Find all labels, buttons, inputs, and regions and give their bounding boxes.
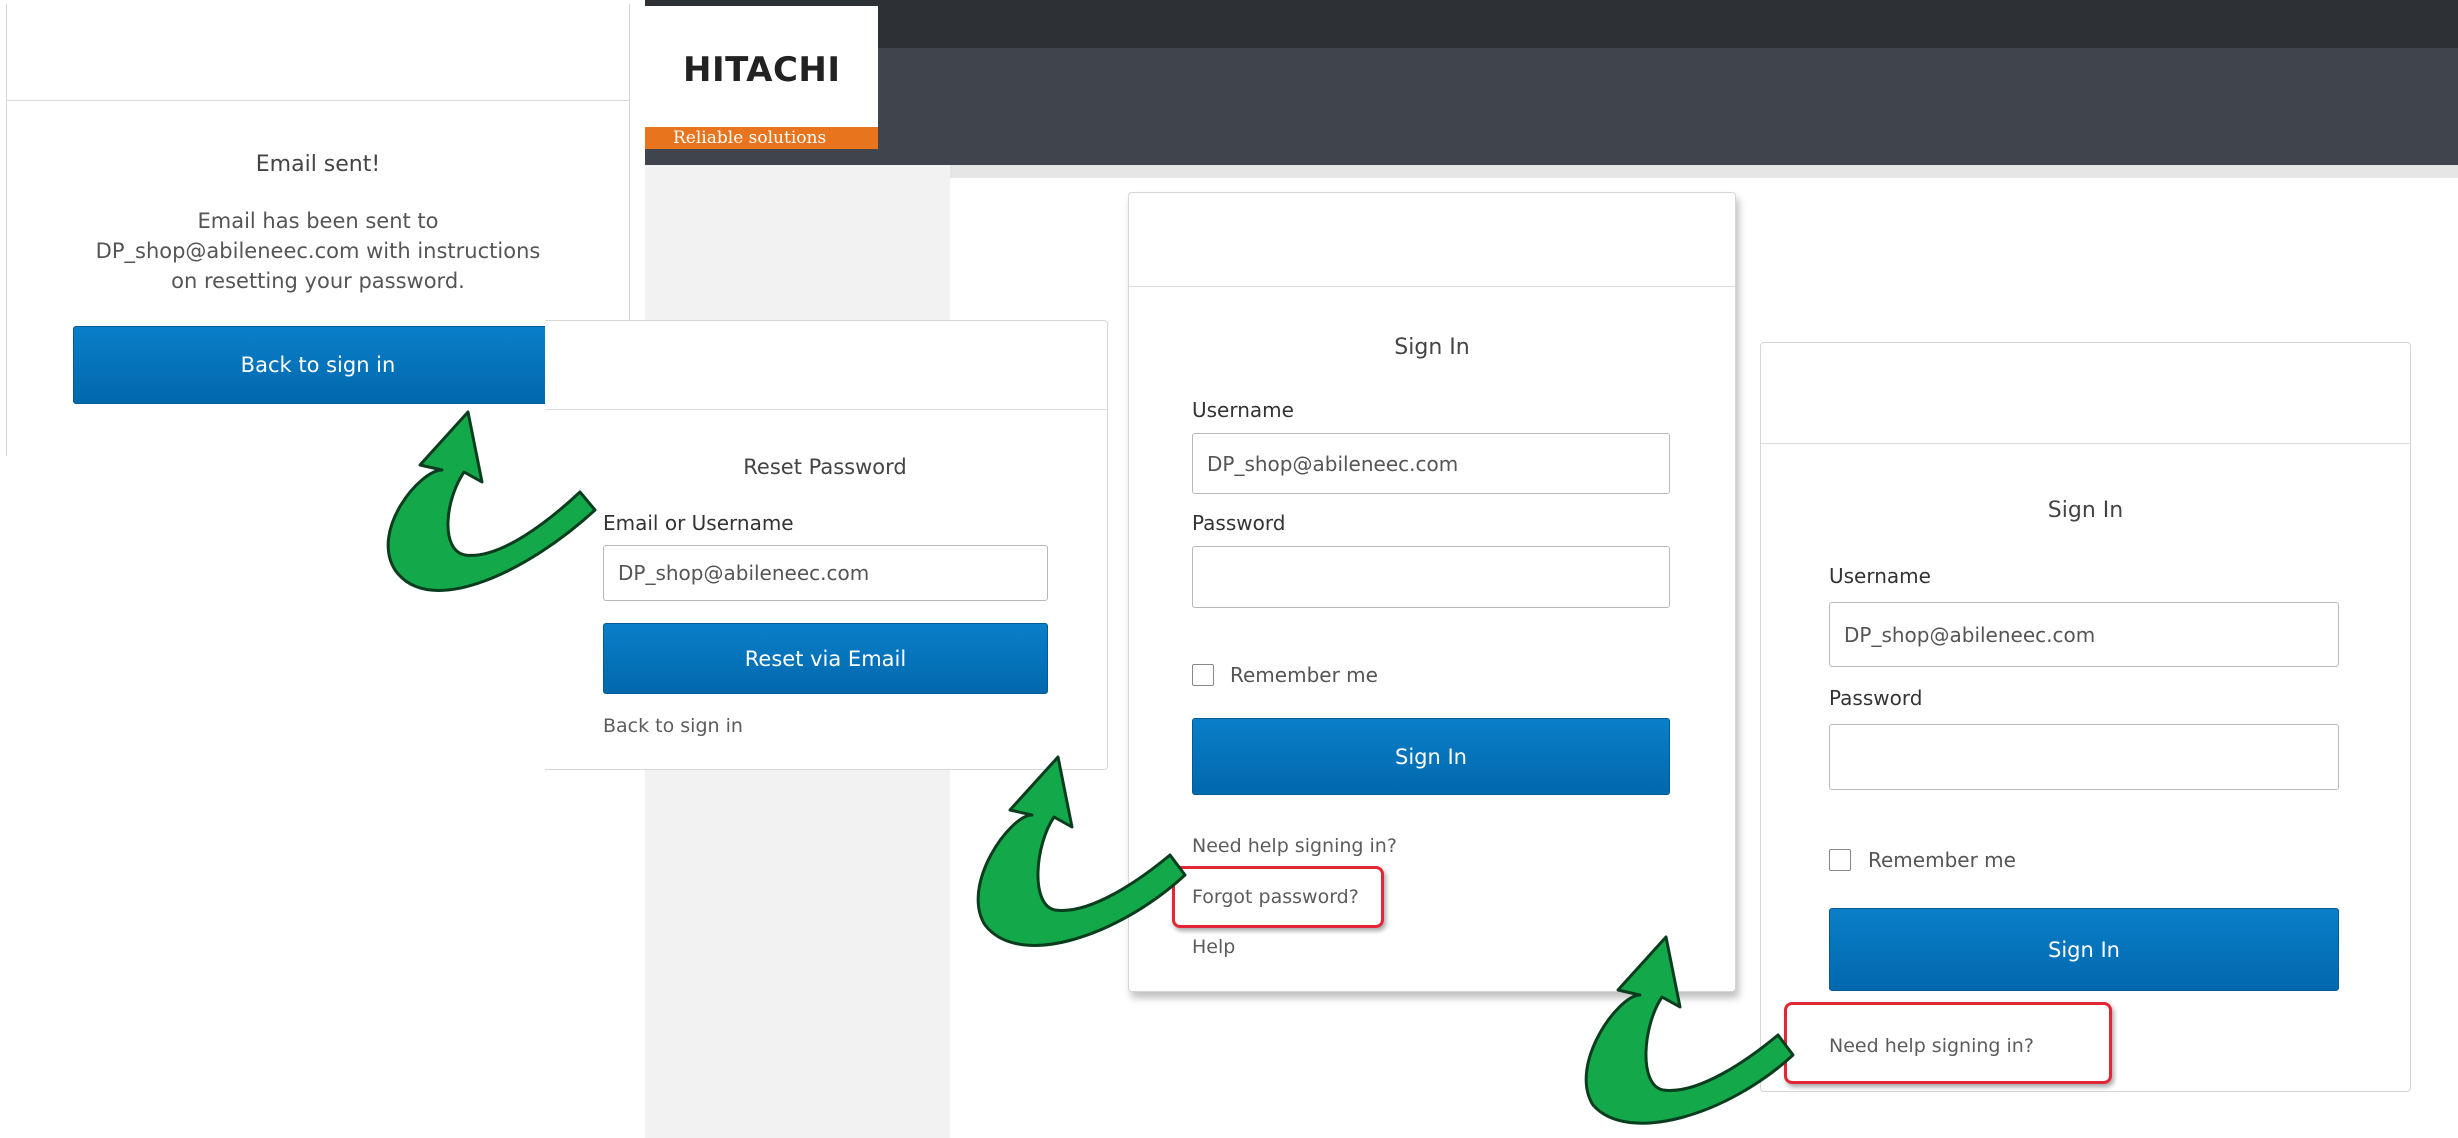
password-label: Password	[1192, 511, 1286, 535]
sign-in-card-right: Sign In Username DP_shop@abileneec.com P…	[1760, 342, 2411, 1092]
hitachi-logo: HITACHI Reliable solutions	[645, 6, 878, 149]
reset-password-title: Reset Password	[743, 455, 907, 479]
curved-arrow-icon	[386, 410, 597, 592]
reset-password-card: Reset Password Email or Username DP_shop…	[545, 320, 1108, 770]
back-to-sign-in-link[interactable]: Back to sign in	[603, 715, 743, 737]
email-username-input[interactable]: DP_shop@abileneec.com	[603, 545, 1048, 601]
remember-me-label: Remember me	[1230, 663, 1378, 687]
header-bar	[645, 48, 2458, 165]
sign-in-title: Sign In	[1394, 335, 1470, 360]
remember-me-label: Remember me	[1868, 848, 2016, 872]
remember-me-checkbox[interactable]	[1192, 664, 1214, 686]
logo-brand: HITACHI	[683, 50, 841, 90]
remember-me-checkbox[interactable]	[1829, 849, 1851, 871]
password-input[interactable]	[1829, 724, 2339, 790]
card-header	[545, 321, 1107, 410]
forgot-password-highlight	[1172, 866, 1384, 928]
email-username-label: Email or Username	[603, 511, 794, 535]
card-header	[7, 4, 629, 101]
username-input[interactable]: DP_shop@abileneec.com	[1192, 433, 1670, 494]
email-sent-title: Email sent!	[255, 152, 381, 177]
need-help-highlight	[1784, 1002, 2112, 1084]
username-label: Username	[1192, 398, 1294, 422]
sign-in-title: Sign In	[2047, 498, 2124, 523]
logo-tagline: Reliable solutions	[673, 128, 827, 148]
email-sent-message-2: DP_shop@abileneec.com with instructions	[95, 239, 541, 263]
password-input[interactable]	[1192, 546, 1670, 608]
top-bar	[645, 0, 2458, 48]
username-input[interactable]: DP_shop@abileneec.com	[1829, 602, 2339, 667]
back-to-sign-in-button[interactable]: Back to sign in	[73, 326, 563, 404]
curved-arrow-icon	[976, 755, 1187, 947]
help-link[interactable]: Help	[1192, 936, 1235, 958]
username-label: Username	[1829, 564, 1931, 588]
reset-via-email-button[interactable]: Reset via Email	[603, 623, 1048, 694]
email-sent-message-3: on resetting your password.	[171, 269, 465, 293]
email-sent-card: Email sent! Email has been sent to DP_sh…	[6, 4, 630, 456]
curved-arrow-icon	[1584, 935, 1795, 1125]
sign-in-button[interactable]: Sign In	[1192, 718, 1670, 795]
email-sent-message-1: Email has been sent to	[197, 209, 439, 233]
sign-in-button[interactable]: Sign In	[1829, 908, 2339, 991]
card-header	[1129, 193, 1735, 287]
need-help-link[interactable]: Need help signing in?	[1192, 835, 1397, 857]
password-label: Password	[1829, 686, 1923, 710]
logo-band: Reliable solutions	[645, 127, 878, 149]
card-header	[1761, 343, 2410, 444]
